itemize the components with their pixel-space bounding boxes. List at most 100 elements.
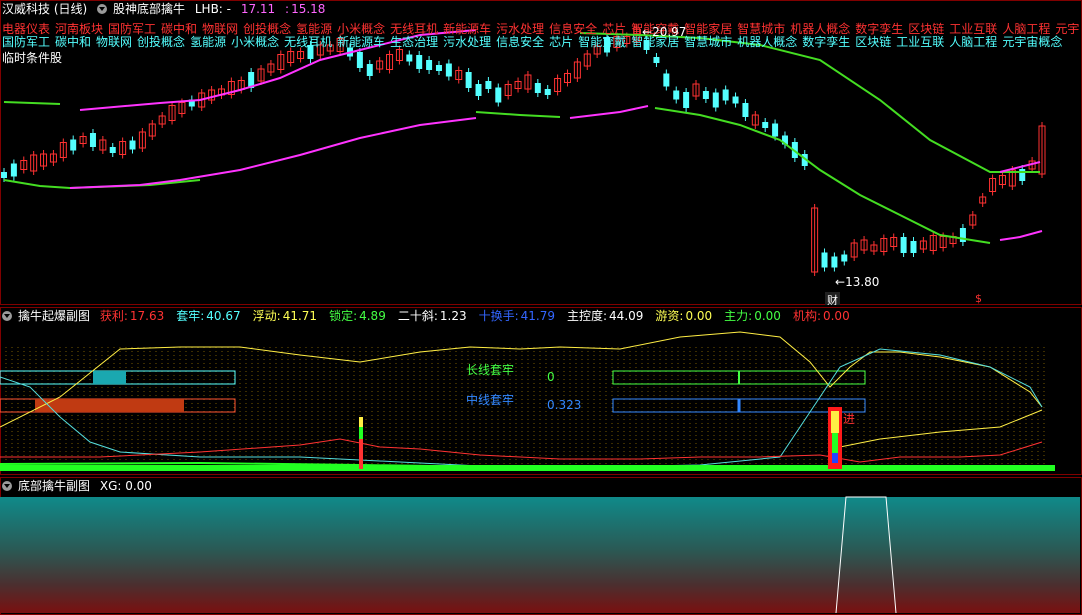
- candle-body: [445, 63, 452, 77]
- concept-tag[interactable]: 电器仪表: [2, 22, 50, 36]
- sub2-menu-button[interactable]: [2, 481, 12, 491]
- concept-tag[interactable]: 工业互联: [896, 35, 944, 49]
- indicator-menu-button[interactable]: [97, 4, 108, 14]
- main-header: 汉威科技 (日线) 股神底部擒牛 LHB: - 17.11 :15.18: [2, 2, 326, 16]
- concept-tag[interactable]: 碳中和: [161, 22, 197, 36]
- sub2-title[interactable]: 底部擒牛副图: [18, 479, 90, 493]
- sub1-menu-button[interactable]: [2, 311, 12, 321]
- signal-bar-2-top: [831, 411, 839, 433]
- concept-tag[interactable]: 国防军工: [108, 22, 156, 36]
- candle-body: [426, 60, 433, 70]
- dividend-marker[interactable]: $: [975, 292, 982, 305]
- low-price-label: ←13.80: [835, 275, 880, 289]
- concept-tag[interactable]: 智能家居: [684, 22, 732, 36]
- magenta-band-segment: [569, 105, 649, 119]
- high-price-value: 20.97: [652, 25, 687, 39]
- sub2-header: 底部擒牛副图 XG: 0.00: [2, 478, 158, 494]
- concept-tag[interactable]: 区块链: [855, 35, 891, 49]
- candle-body: [1019, 169, 1026, 181]
- concept-tag[interactable]: 物联网: [96, 35, 132, 49]
- sub1-title[interactable]: 擒牛起爆副图: [18, 309, 90, 323]
- concept-tag[interactable]: 智慧城市: [737, 22, 785, 36]
- main-chart-pane[interactable]: 汉威科技 (日线) 股神底部擒牛 LHB: - 17.11 :15.18 电器仪…: [0, 0, 1082, 305]
- concept-tag[interactable]: 智慧城市: [684, 35, 732, 49]
- candle-body: [900, 237, 907, 253]
- concept-tag[interactable]: 物联网: [202, 22, 238, 36]
- concept-tag[interactable]: 信息安全: [549, 22, 597, 36]
- concept-tag[interactable]: 国防军工: [2, 35, 50, 49]
- concept-tag[interactable]: 智能穿戴: [578, 35, 626, 49]
- sub2-chart[interactable]: [0, 477, 1082, 615]
- signal-bar-1-top: [359, 417, 363, 427]
- concept-tag[interactable]: 无线耳机: [390, 22, 438, 36]
- concept-tag[interactable]: 数字孪生: [855, 22, 903, 36]
- candle-body: [910, 241, 917, 253]
- candle-body: [1, 172, 7, 178]
- concept-tag[interactable]: 芯片: [602, 22, 626, 36]
- sub1-header: 擒牛起爆副图 获利: 17.63 套牢: 40.67 浮动: 41.71 锁定: 4.89 二十…: [2, 308, 862, 324]
- stock-title: 汉威科技 (日线): [2, 2, 88, 16]
- candle-body: [821, 252, 828, 268]
- concept-tag[interactable]: 信息安全: [496, 35, 544, 49]
- indicator-name[interactable]: 股神底部擒牛: [113, 2, 185, 16]
- xg-label: XG: 0.00: [99, 479, 152, 493]
- candle-body: [109, 147, 116, 153]
- mid-trap-label: 中线套牢: [466, 393, 515, 407]
- sub-chart-2-pane[interactable]: 底部擒牛副图 XG: 0.00: [0, 477, 1082, 615]
- candle-body: [475, 84, 482, 96]
- candle-body: [653, 57, 660, 63]
- concept-tag[interactable]: 数字孪生: [802, 35, 850, 49]
- value-1: 17.11: [240, 2, 276, 16]
- high-price-label: ←20.97: [642, 25, 687, 39]
- concept-tag[interactable]: 新能源车: [443, 22, 491, 36]
- concept-tag[interactable]: 小米概念: [337, 22, 385, 36]
- concept-tag[interactable]: 人脑工程: [949, 35, 997, 49]
- candle-body: [683, 92, 690, 108]
- candle-body: [544, 89, 551, 95]
- concept-tag[interactable]: 元宇: [1055, 22, 1079, 36]
- sub1-field: 二十斜: 1.23: [397, 309, 467, 323]
- low-price-value: 13.80: [845, 275, 880, 289]
- concept-tag[interactable]: 芯片: [549, 35, 573, 49]
- mid-green-band: [475, 111, 561, 118]
- sub-chart-1-pane[interactable]: 擒牛起爆副图 获利: 17.63 套牢: 40.67 浮动: 41.71 锁定: 4.89 二十…: [0, 307, 1082, 475]
- concept-tag[interactable]: 河南板块: [55, 22, 103, 36]
- candle-body: [732, 96, 739, 104]
- sub1-field: 浮动: 41.71: [252, 309, 318, 323]
- signal-bar-1-mid: [359, 427, 363, 439]
- signal-bar-2-mid: [832, 433, 838, 453]
- long-trap-value: 0: [547, 370, 555, 384]
- concept-tag[interactable]: 机器人概念: [737, 35, 797, 49]
- concept-tag[interactable]: 人脑工程: [1002, 22, 1050, 36]
- concept-tag[interactable]: 工业互联: [949, 22, 997, 36]
- concept-tag[interactable]: 生态治理: [390, 35, 438, 49]
- sub1-field: 主控度: 44.09: [567, 309, 644, 323]
- sub1-chart[interactable]: [0, 307, 1082, 475]
- lhb-label: LHB: -: [194, 2, 231, 16]
- concept-tag[interactable]: 污水处理: [496, 22, 544, 36]
- candle-body: [406, 54, 413, 62]
- concept-tag[interactable]: 氢能源: [190, 35, 226, 49]
- concept-tag[interactable]: 新能源车: [337, 35, 385, 49]
- concept-tag[interactable]: 元宇宙概念: [1002, 35, 1062, 49]
- long-trap-label: 长线套牢: [466, 363, 515, 377]
- financial-marker[interactable]: 财: [825, 292, 840, 305]
- upper-green-band-right: [579, 32, 1040, 173]
- concept-tag[interactable]: 创投概念: [137, 35, 185, 49]
- candle-body: [831, 256, 838, 268]
- entry-label: 进: [843, 412, 856, 426]
- concept-tag[interactable]: 无线耳机: [284, 35, 332, 49]
- candle-body: [70, 139, 77, 151]
- green-base-band: [0, 465, 1055, 471]
- concept-tag[interactable]: 机器人概念: [790, 22, 850, 36]
- candle-body: [89, 133, 96, 147]
- candle-body: [366, 64, 373, 76]
- candle-body: [663, 73, 670, 87]
- concept-tag[interactable]: 污水处理: [443, 35, 491, 49]
- concept-tag[interactable]: 氢能源: [296, 22, 332, 36]
- candle-body: [435, 65, 442, 71]
- concept-tag[interactable]: 碳中和: [55, 35, 91, 49]
- concept-tag[interactable]: 小米概念: [231, 35, 279, 49]
- concept-tag[interactable]: 区块链: [908, 22, 944, 36]
- concept-tag[interactable]: 创投概念: [243, 22, 291, 36]
